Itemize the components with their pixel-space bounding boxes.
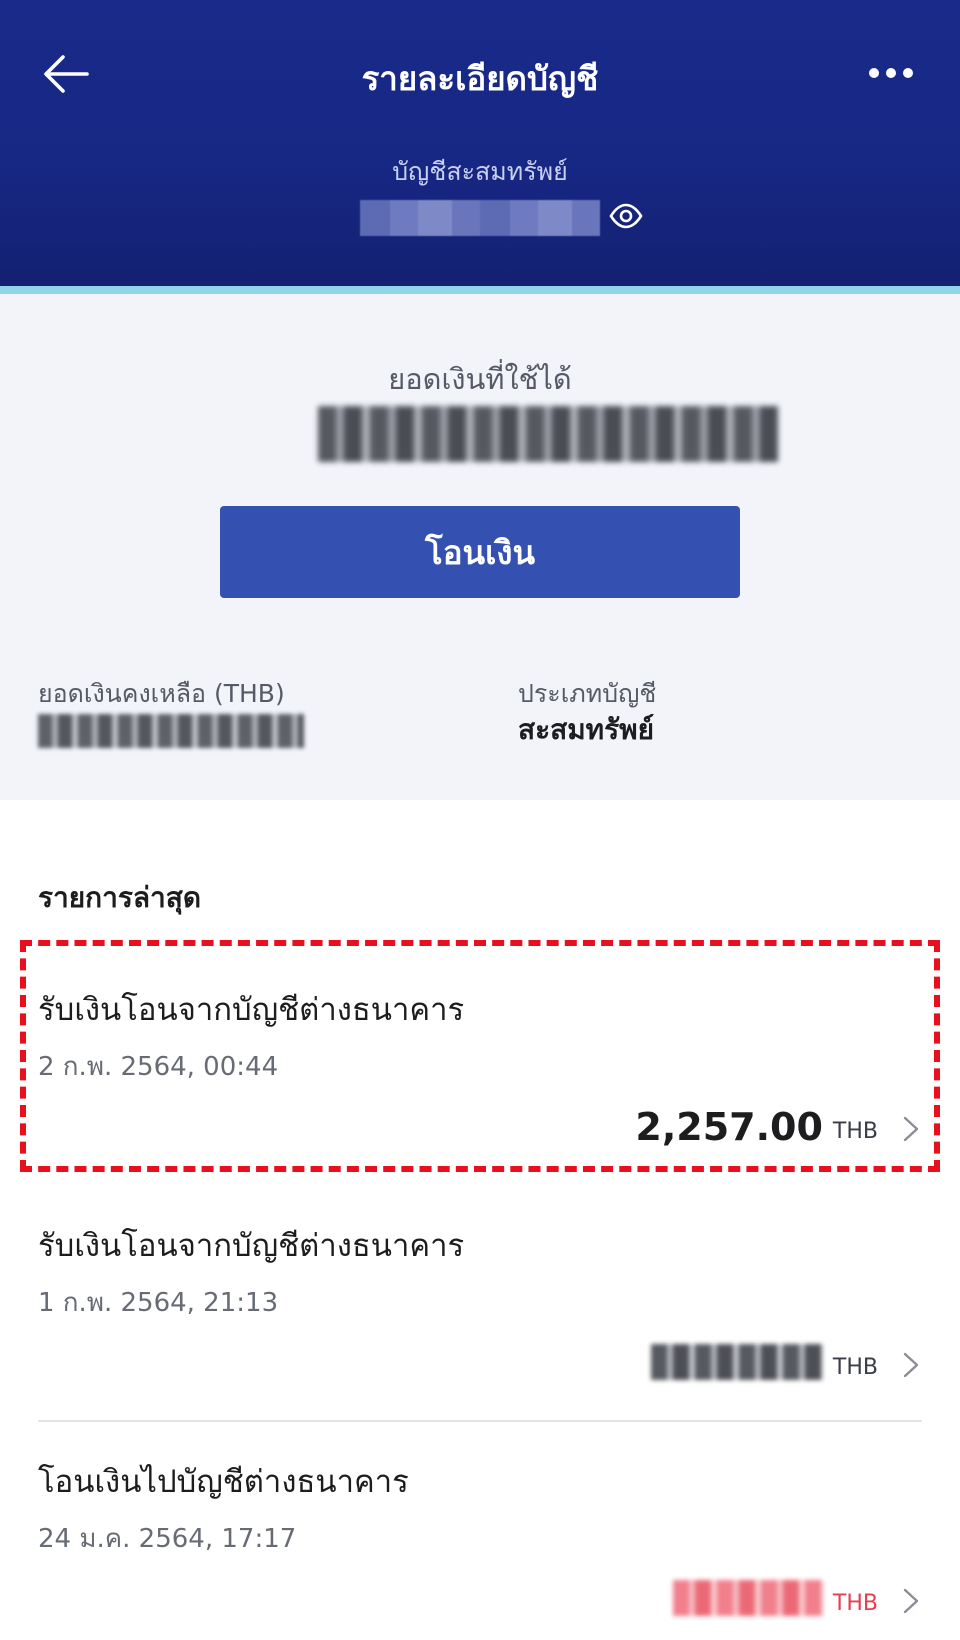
transaction-title: โอนเงินไปบัญชีต่างธนาคาร — [38, 1464, 409, 1500]
transaction-date: 24 ม.ค. 2564, 17:17 — [38, 1524, 297, 1554]
eye-icon — [609, 203, 643, 229]
transaction-amount-masked — [650, 1344, 823, 1380]
remaining-balance-masked — [38, 714, 304, 748]
recent-transactions-title: รายการล่าสุด — [38, 881, 202, 914]
transaction-currency: THB — [832, 1355, 878, 1380]
transaction-title: รับเงินโอนจากบัญชีต่างธนาคาร — [38, 992, 465, 1028]
account-number-masked — [360, 200, 600, 236]
account-detail-screen: รายละเอียดบัญชี บัญชีสะสมทรัพย์ ยอดเงินท… — [0, 0, 960, 1640]
transaction-amount-row: THB — [672, 1566, 922, 1618]
header: รายละเอียดบัญชี บัญชีสะสมทรัพย์ — [0, 0, 960, 296]
chevron-right-icon — [903, 1352, 919, 1378]
more-options-button[interactable] — [856, 50, 926, 96]
back-button[interactable] — [38, 48, 94, 100]
transaction-currency: THB — [832, 1591, 878, 1616]
transaction-amount: 2,257.00 — [635, 1105, 823, 1149]
available-balance-masked — [318, 406, 778, 462]
transfer-button[interactable]: โอนเงิน — [220, 506, 740, 598]
chevron-right-icon — [903, 1588, 919, 1614]
transaction-amount-masked — [672, 1580, 823, 1616]
more-dots-icon — [869, 68, 879, 78]
transaction-title: รับเงินโอนจากบัญชีต่างธนาคาร — [38, 1228, 465, 1264]
toggle-visibility-button[interactable] — [608, 198, 644, 234]
page-title: รายละเอียดบัญชี — [361, 59, 599, 98]
transaction-item[interactable]: โอนเงินไปบัญชีต่างธนาคาร 24 ม.ค. 2564, 1… — [0, 1426, 960, 1640]
transaction-amount-row: THB — [650, 1330, 922, 1382]
transaction-amount-row: 2,257.00 THB — [635, 1094, 922, 1146]
transaction-date: 1 ก.พ. 2564, 21:13 — [38, 1288, 279, 1318]
transaction-item[interactable]: รับเงินโอนจากบัญชีต่างธนาคาร 2 ก.พ. 2564… — [0, 954, 960, 1190]
account-name: บัญชีสะสมทรัพย์ — [392, 157, 568, 186]
chevron-right-icon — [903, 1116, 919, 1142]
header-accent-line — [0, 286, 960, 294]
back-arrow-icon — [44, 55, 89, 93]
account-type-value: สะสมทรัพย์ — [518, 713, 655, 746]
remaining-balance-label: ยอดเงินคงเหลือ (THB) — [38, 679, 285, 708]
transaction-divider — [38, 1420, 922, 1422]
transaction-currency: THB — [832, 1119, 878, 1144]
balance-panel: ยอดเงินที่ใช้ได้ โอนเงิน ยอดเงินคงเหลือ … — [0, 294, 960, 800]
transaction-date: 2 ก.พ. 2564, 00:44 — [38, 1052, 279, 1082]
transaction-item[interactable]: รับเงินโอนจากบัญชีต่างธนาคาร 1 ก.พ. 2564… — [0, 1190, 960, 1426]
available-balance-label: ยอดเงินที่ใช้ได้ — [388, 362, 572, 396]
